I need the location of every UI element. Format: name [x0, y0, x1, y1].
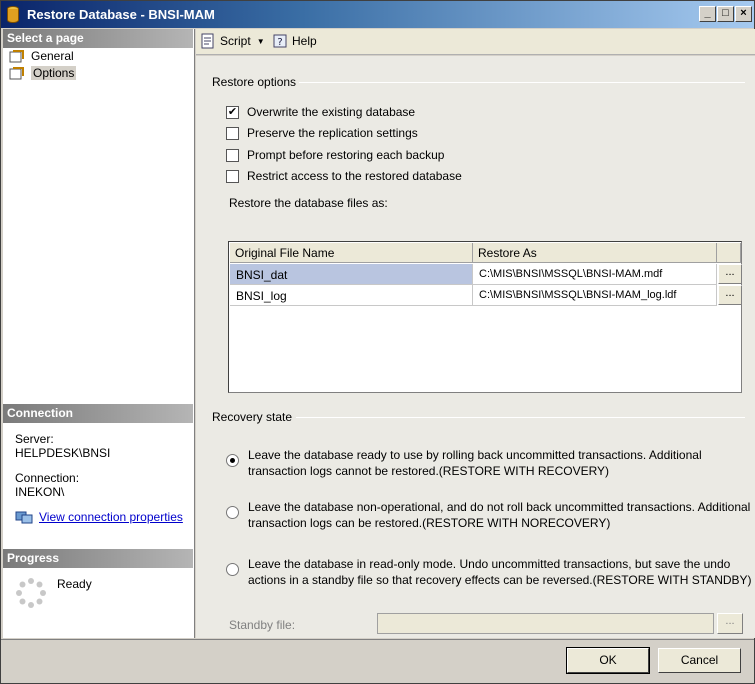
right-pane: Script ▼ ? Help Restore options ✔ Overwr…: [196, 29, 755, 638]
connection-header: Connection: [3, 404, 193, 423]
ok-button[interactable]: OK: [566, 647, 650, 674]
cell-original[interactable]: BNSI_dat: [230, 264, 473, 285]
radio-label-line2: transaction logs can be restored.(RESTOR…: [248, 516, 611, 530]
close-button[interactable]: ×: [735, 6, 752, 22]
connection-value: INEKON\: [15, 485, 65, 499]
script-label: Script: [220, 34, 251, 48]
nav-item-label: Options: [31, 65, 77, 80]
minimize-button[interactable]: _: [699, 6, 716, 22]
script-icon: [201, 33, 214, 49]
help-icon: ?: [273, 34, 287, 48]
progress-status: Ready: [57, 577, 92, 591]
restore-database-window: Restore Database - BNSI-MAM _ □ × Select…: [0, 0, 755, 684]
view-connection-link-row[interactable]: View connection properties: [15, 510, 183, 524]
browse-button[interactable]: ...: [718, 264, 742, 284]
radio-label-line1: Leave the database ready to use by rolli…: [248, 448, 702, 462]
window-title: Restore Database - BNSI-MAM: [27, 7, 215, 22]
progress-header: Progress: [3, 549, 193, 568]
radio-label: Leave the database ready to use by rolli…: [248, 447, 702, 479]
checkbox-label: Prompt before restoring each backup: [247, 148, 445, 162]
connection-properties-icon: [15, 511, 33, 524]
standby-file-label: Standby file:: [229, 618, 296, 632]
left-pane: Select a page General Options Connection…: [3, 29, 195, 638]
chevron-down-icon: ▼: [256, 36, 265, 46]
restrict-access-checkbox[interactable]: Restrict access to the restored database: [226, 168, 462, 184]
preserve-replication-checkbox[interactable]: Preserve the replication settings: [226, 125, 418, 141]
toolbar: Script ▼ ? Help: [196, 29, 755, 55]
view-connection-properties-link[interactable]: View connection properties: [39, 510, 183, 524]
recovery-option-norecovery[interactable]: Leave the database non-operational, and …: [226, 499, 750, 531]
standby-file-input[interactable]: [377, 613, 714, 634]
cell-original[interactable]: BNSI_log: [230, 285, 473, 306]
recovery-option-standby[interactable]: Leave the database in read-only mode. Un…: [226, 556, 752, 588]
checkbox-box[interactable]: [226, 126, 239, 140]
checkbox-label: Restrict access to the restored database: [247, 169, 462, 183]
column-header-original[interactable]: Original File Name: [230, 243, 473, 263]
help-label: Help: [292, 34, 317, 48]
connection-label: Connection:: [15, 471, 80, 485]
checkbox-box[interactable]: [226, 169, 239, 183]
radio-button[interactable]: [226, 454, 239, 467]
recovery-option-recovery[interactable]: Leave the database ready to use by rolli…: [226, 447, 702, 479]
radio-label-line1: Leave the database non-operational, and …: [248, 500, 751, 514]
svg-text:?: ?: [277, 37, 282, 48]
cell-restore-as[interactable]: C:\MIS\BNSI\MSSQL\BNSI-MAM.mdf: [473, 264, 717, 285]
group-divider: [299, 82, 745, 83]
radio-label-line2: transaction logs cannot be restored.(RES…: [248, 464, 610, 478]
overwrite-checkbox[interactable]: ✔ Overwrite the existing database: [226, 104, 415, 120]
nav-item-options[interactable]: Options: [9, 64, 77, 81]
page-icon: [9, 66, 24, 79]
dialog-footer: OK Cancel: [1, 639, 754, 683]
radio-button[interactable]: [226, 506, 239, 519]
options-content: Restore options ✔ Overwrite the existing…: [196, 56, 755, 638]
database-icon: [7, 6, 19, 23]
checkbox-label: Preserve the replication settings: [247, 126, 418, 140]
standby-browse-button[interactable]: ...: [717, 613, 743, 634]
radio-label: Leave the database in read-only mode. Un…: [248, 556, 752, 588]
nav-item-general[interactable]: General: [9, 47, 74, 64]
cell-restore-as[interactable]: C:\MIS\BNSI\MSSQL\BNSI-MAM_log.ldf: [473, 285, 717, 306]
server-label: Server:: [15, 432, 54, 446]
column-header-browse: [717, 243, 741, 263]
restore-files-grid: Original File Name Restore As BNSI_dat C…: [228, 241, 742, 393]
radio-button[interactable]: [226, 563, 239, 576]
checkbox-box[interactable]: ✔: [226, 105, 239, 119]
help-button[interactable]: ? Help: [272, 33, 317, 49]
browse-button[interactable]: ...: [718, 285, 742, 305]
server-value: HELPDESK\BNSI: [15, 446, 111, 460]
checkbox-box[interactable]: [226, 148, 239, 162]
title-bar[interactable]: Restore Database - BNSI-MAM _ □ ×: [1, 1, 754, 28]
cancel-button[interactable]: Cancel: [658, 648, 741, 673]
column-header-restore-as[interactable]: Restore As: [473, 243, 717, 263]
radio-label-line2: actions in a standby file so that recove…: [248, 573, 752, 587]
recovery-state-label: Recovery state: [212, 410, 293, 424]
restore-files-label: Restore the database files as:: [229, 196, 388, 210]
maximize-button[interactable]: □: [717, 6, 734, 22]
radio-label: Leave the database non-operational, and …: [248, 499, 750, 531]
checkbox-label: Overwrite the existing database: [247, 105, 416, 119]
restore-options-label: Restore options: [212, 75, 297, 89]
group-divider: [296, 417, 745, 418]
prompt-before-restore-checkbox[interactable]: Prompt before restoring each backup: [226, 147, 444, 163]
progress-spinner-icon: [16, 578, 46, 608]
nav-item-label: General: [31, 48, 74, 63]
select-page-header: Select a page: [3, 29, 193, 48]
radio-label-line1: Leave the database in read-only mode. Un…: [248, 557, 731, 571]
script-button[interactable]: Script ▼: [200, 33, 265, 49]
page-icon: [9, 49, 24, 62]
